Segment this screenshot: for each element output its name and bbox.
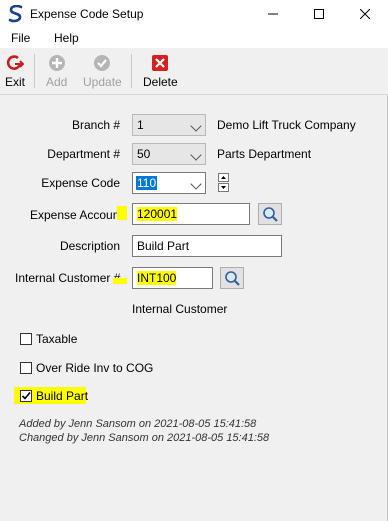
branch-select[interactable]: 1 [132,114,206,136]
add-button[interactable]: Add [46,54,67,89]
window-title: Expense Code Setup [30,7,144,21]
delete-label: Delete [143,75,178,89]
expense-code-label: Expense Code [41,176,120,190]
update-label: Update [83,75,122,89]
expense-account-label: Expense Account [30,208,123,222]
exit-button[interactable]: Exit [5,54,25,89]
menu-bar: File Help [0,28,388,48]
checkbox-box[interactable] [20,362,32,374]
taxable-checkbox[interactable]: Taxable [20,332,77,346]
triangle-down-icon [221,186,226,189]
chevron-down-icon [190,178,202,190]
department-label: Department # [47,147,120,161]
close-icon [360,9,370,19]
toolbar-separator [34,54,35,88]
internal-customer-name: Internal Customer [132,302,228,316]
expense-code-spin-up[interactable] [218,173,229,182]
checkmark-icon [21,391,31,400]
description-value: Build Part [137,239,190,253]
internal-customer-lookup-button[interactable] [220,267,244,289]
add-label: Add [46,75,68,89]
minimize-button[interactable] [250,0,296,28]
delete-button[interactable]: Delete [143,54,178,89]
add-icon [48,55,65,71]
magnifier-icon [225,271,240,286]
branch-name: Demo Lift Truck Company [217,118,356,132]
changed-by-text: Changed by Jenn Sansom on 2021-08-05 15:… [19,432,270,444]
title-bar: Expense Code Setup [0,0,388,28]
branch-value: 1 [137,118,144,132]
expense-code-setup-window: Expense Code Setup File Help Exit Add Up… [0,0,388,521]
toolbar: Exit Add Update Delete [0,48,388,94]
checkmark-icon [94,55,111,71]
internal-customer-value: INT100 [137,271,177,285]
build-part-checkbox[interactable]: Build Part [20,389,88,403]
branch-label: Branch # [71,118,120,132]
exit-label: Exit [5,75,26,89]
maximize-icon [314,9,324,19]
highlight-mark [113,278,127,284]
expense-code-select[interactable]: 110 [132,172,206,194]
internal-customer-input[interactable]: INT100 [132,267,213,289]
update-button[interactable]: Update [83,54,122,89]
magnifier-icon [263,207,278,222]
department-select[interactable]: 50 [132,143,206,165]
description-input[interactable]: Build Part [132,235,282,257]
build-part-label: Build Part [36,389,89,403]
expense-account-value: 120001 [137,207,178,221]
department-name: Parts Department [217,147,312,161]
taxable-label: Taxable [36,332,78,346]
department-value: 50 [137,147,151,161]
exit-icon [6,55,24,70]
expense-code-value: 110 [136,176,158,190]
checkbox-box-checked[interactable] [20,390,32,402]
menu-help[interactable]: Help [54,31,79,45]
toolbar-separator [131,54,132,88]
close-button[interactable] [342,0,388,28]
override-inv-cog-checkbox[interactable]: Over Ride Inv to COG [20,361,153,375]
triangle-up-icon [221,176,226,179]
internal-customer-label: Internal Customer # [15,271,121,285]
minimize-icon [268,13,278,15]
chevron-down-icon [190,120,202,132]
delete-icon [152,55,169,71]
maximize-button[interactable] [296,0,342,28]
chevron-down-icon [190,149,202,161]
added-by-text: Added by Jenn Sansom on 2021-08-05 15:41… [19,418,257,430]
menu-file[interactable]: File [11,31,30,45]
app-logo-icon [8,5,23,23]
expense-account-input[interactable]: 120001 [132,203,250,225]
description-label: Description [59,239,120,253]
override-label: Over Ride Inv to COG [36,361,154,375]
expense-code-spin-down[interactable] [218,183,229,192]
checkbox-box[interactable] [20,333,32,345]
expense-account-lookup-button[interactable] [258,203,282,225]
highlight-mark [117,206,127,220]
toolbar-divider [0,94,388,95]
